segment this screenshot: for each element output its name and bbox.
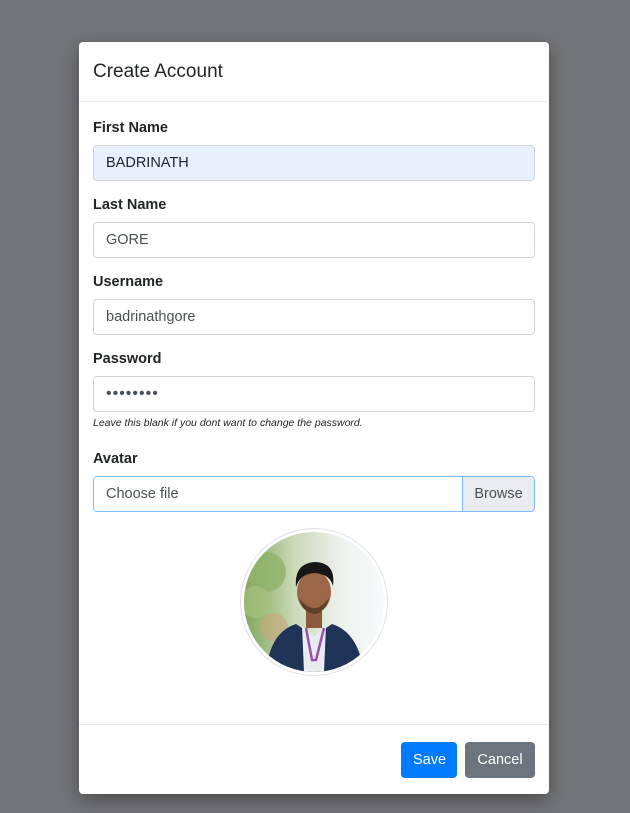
avatar-preview <box>240 528 388 676</box>
avatar-label: Avatar <box>93 451 138 467</box>
username-group: Username <box>93 274 535 335</box>
username-label: Username <box>93 274 164 290</box>
avatar-preview-wrap <box>93 528 535 676</box>
first-name-input[interactable] <box>93 145 535 181</box>
password-group: Password Leave this blank if you dont wa… <box>93 351 535 429</box>
browse-button[interactable]: Browse <box>462 477 534 511</box>
last-name-label: Last Name <box>93 197 167 213</box>
avatar-file-input[interactable]: Choose file Browse <box>93 476 535 512</box>
modal-body: First Name Last Name Username Password L… <box>79 102 549 676</box>
password-help-text: Leave this blank if you dont want to cha… <box>93 417 363 429</box>
password-input[interactable] <box>93 376 535 412</box>
modal-title: Create Account <box>93 60 223 82</box>
avatar-photo <box>244 532 384 672</box>
save-button[interactable]: Save <box>401 741 457 778</box>
password-label: Password <box>93 351 162 367</box>
file-input-placeholder[interactable]: Choose file <box>94 477 462 511</box>
first-name-label: First Name <box>93 120 168 136</box>
create-account-modal: Create Account First Name Last Name User… <box>79 42 549 794</box>
first-name-group: First Name <box>93 120 535 181</box>
cancel-button[interactable]: Cancel <box>465 741 535 778</box>
last-name-input[interactable] <box>93 222 535 258</box>
avatar-group: Avatar Choose file Browse <box>93 451 535 512</box>
username-input[interactable] <box>93 299 535 335</box>
modal-footer: Save Cancel <box>79 724 549 794</box>
last-name-group: Last Name <box>93 197 535 258</box>
modal-header: Create Account <box>79 42 549 102</box>
